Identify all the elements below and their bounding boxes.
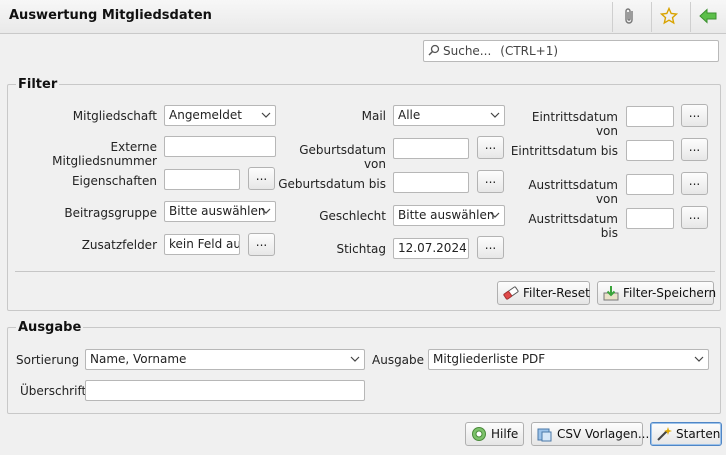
filter-save-label: Filter-Speichern	[623, 286, 717, 300]
help-button[interactable]: Hilfe	[465, 422, 524, 446]
externe-nr-input[interactable]	[164, 136, 276, 157]
csv-template-icon	[537, 426, 553, 442]
geburtsdatum-von-input[interactable]	[393, 138, 469, 159]
eintrittsdatum-bis-input[interactable]	[626, 140, 674, 161]
chevron-down-icon	[490, 109, 500, 123]
geschlecht-value: Bitte auswählen	[398, 208, 495, 222]
ausgabe-label: Ausgabe	[372, 353, 425, 367]
eintrittsdatum-von-label: Eintrittsdatum von	[531, 110, 618, 138]
mitgliedschaft-select[interactable]: Angemeldet	[164, 105, 276, 126]
eintrittsdatum-von-input[interactable]	[626, 106, 674, 127]
ausgabe-value: Mitgliederliste PDF	[433, 352, 546, 366]
ueberschrift-input[interactable]	[85, 380, 365, 401]
eigenschaften-browse-button[interactable]: ...	[248, 167, 275, 190]
help-lifebuoy-icon	[471, 426, 487, 442]
filter-reset-label: Filter-Reset	[523, 286, 590, 300]
externe-nr-label: Externe Mitgliedsnummer	[52, 140, 157, 168]
start-wizard-icon	[656, 426, 672, 442]
csv-templates-button[interactable]: CSV Vorlagen...	[531, 422, 649, 446]
ausgabe-legend: Ausgabe	[16, 320, 84, 335]
austrittsdatum-bis-picker-button[interactable]: ...	[681, 206, 708, 229]
chevron-down-icon	[694, 353, 704, 367]
csv-templates-label: CSV Vorlagen...	[557, 427, 650, 441]
search-placeholder: Suche...	[443, 44, 492, 58]
stichtag-label: Stichtag	[336, 242, 386, 256]
filter-divider	[15, 271, 715, 272]
eintrittsdatum-bis-picker-button[interactable]: ...	[681, 138, 708, 161]
window-title: Auswertung Mitgliedsdaten	[9, 8, 212, 23]
sortierung-value: Name, Vorname	[90, 352, 187, 366]
geburtsdatum-bis-label: Geburtsdatum bis	[278, 177, 386, 191]
austrittsdatum-von-input[interactable]	[626, 174, 674, 195]
back-arrow-icon	[698, 7, 717, 27]
save-download-icon	[603, 285, 619, 301]
eigenschaften-label: Eigenschaften	[71, 174, 157, 188]
ueberschrift-label: Überschrift	[20, 384, 87, 398]
chevron-down-icon	[261, 205, 271, 219]
stichtag-input[interactable]: 12.07.2024	[393, 238, 469, 259]
search-shortcut: (CTRL+1)	[500, 44, 559, 58]
star-icon	[659, 6, 678, 28]
mail-value: Alle	[398, 108, 421, 122]
mitgliedschaft-label: Mitgliedschaft	[72, 109, 157, 123]
attachment-button[interactable]	[612, 2, 646, 32]
help-label: Hilfe	[491, 427, 519, 441]
austrittsdatum-bis-label: Austrittsdatum bis	[528, 212, 618, 240]
zusatzfelder-input[interactable]: kein Feld ausgewählt	[164, 234, 240, 255]
mail-select[interactable]: Alle	[393, 105, 505, 126]
geschlecht-label: Geschlecht	[319, 209, 386, 223]
filter-legend: Filter	[16, 77, 60, 92]
start-label: Starten	[676, 427, 721, 441]
eintrittsdatum-bis-label: Eintrittsdatum bis	[510, 144, 618, 158]
sortierung-label: Sortierung	[16, 353, 80, 367]
chevron-down-icon	[261, 109, 271, 123]
beitragsgruppe-label: Beitragsgruppe	[64, 206, 157, 220]
beitragsgruppe-select[interactable]: Bitte auswählen	[164, 201, 276, 222]
mail-label: Mail	[361, 109, 386, 123]
paperclip-icon	[623, 7, 637, 28]
geschlecht-select[interactable]: Bitte auswählen	[393, 205, 505, 226]
start-button[interactable]: Starten	[650, 422, 722, 446]
geburtsdatum-von-picker-button[interactable]: ...	[477, 136, 504, 159]
chevron-down-icon	[350, 353, 360, 367]
austrittsdatum-von-picker-button[interactable]: ...	[681, 172, 708, 195]
back-button[interactable]	[690, 2, 724, 32]
zusatzfelder-label: Zusatzfelder	[81, 238, 157, 252]
eintrittsdatum-von-picker-button[interactable]: ...	[681, 104, 708, 127]
austrittsdatum-von-label: Austrittsdatum von	[528, 178, 618, 206]
search-icon	[428, 44, 440, 59]
search-input[interactable]: Suche... (CTRL+1)	[423, 40, 719, 62]
filter-reset-button[interactable]: Filter-Reset	[497, 281, 590, 305]
eraser-icon	[503, 286, 519, 300]
filter-save-button[interactable]: Filter-Speichern	[597, 281, 717, 305]
ausgabe-select[interactable]: Mitgliederliste PDF	[428, 349, 709, 370]
austrittsdatum-bis-input[interactable]	[626, 208, 674, 229]
sortierung-select[interactable]: Name, Vorname	[85, 349, 365, 370]
mitgliedschaft-value: Angemeldet	[169, 108, 242, 122]
eigenschaften-input[interactable]	[164, 169, 240, 190]
beitragsgruppe-value: Bitte auswählen	[169, 204, 266, 218]
geburtsdatum-von-label: Geburtsdatum von	[299, 143, 386, 171]
chevron-down-icon	[490, 209, 500, 223]
geburtsdatum-bis-picker-button[interactable]: ...	[477, 170, 504, 193]
zusatzfelder-browse-button[interactable]: ...	[248, 233, 275, 256]
stichtag-picker-button[interactable]: ...	[477, 236, 504, 259]
geburtsdatum-bis-input[interactable]	[393, 172, 469, 193]
bookmark-button[interactable]	[651, 2, 685, 32]
